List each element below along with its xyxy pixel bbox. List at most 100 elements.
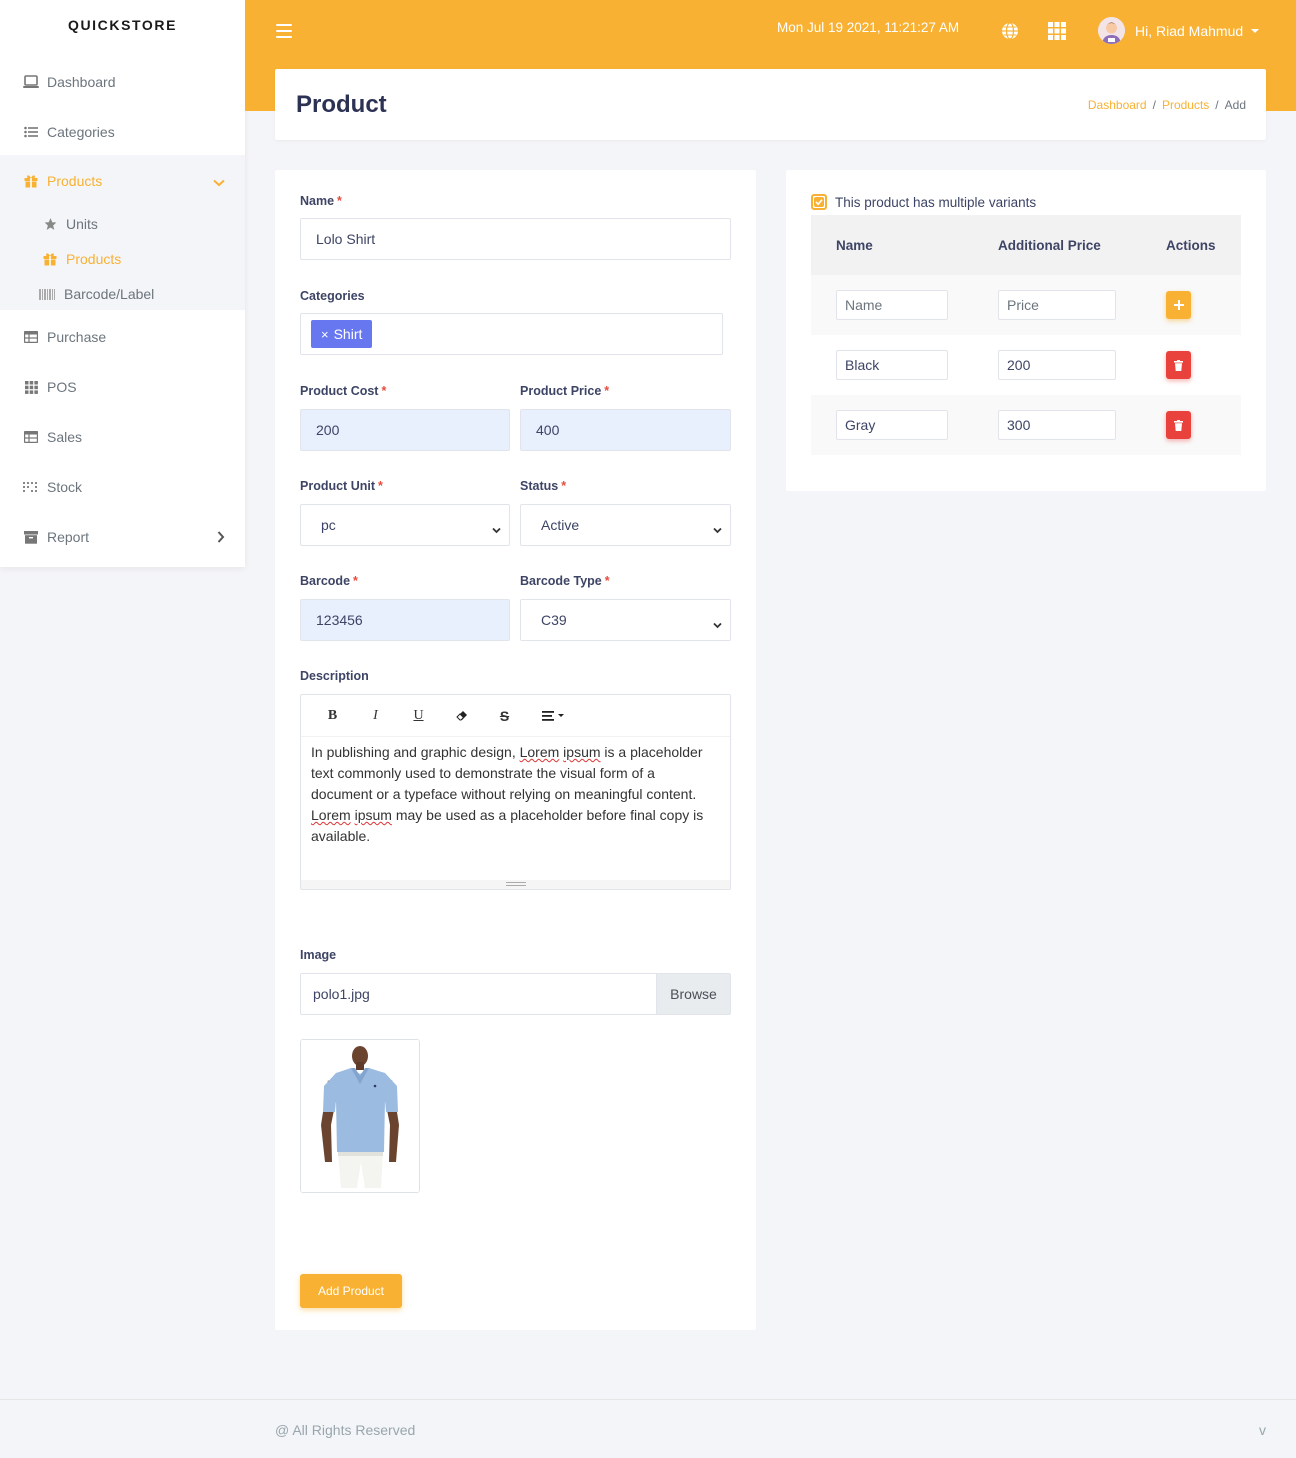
sidebar-subitem-units[interactable]: Units — [42, 209, 98, 239]
sidebar-subitem-products[interactable]: Products — [42, 244, 121, 274]
editor-content[interactable]: In publishing and graphic design, Lorem … — [301, 737, 730, 852]
variants-table: Name Additional Price Actions Name Price… — [811, 215, 1241, 455]
sidebar-item-label: Stock — [47, 479, 83, 495]
sidebar-item-sales[interactable]: Sales — [0, 412, 245, 462]
add-variant-button[interactable] — [1166, 291, 1191, 319]
chevron-down-icon — [713, 521, 722, 534]
barcode-icon — [38, 288, 56, 300]
sidebar-subitem-label: Products — [66, 251, 122, 267]
sidebar-item-categories[interactable]: Categories — [0, 107, 245, 157]
variants-checkbox[interactable] — [811, 194, 827, 210]
sidebar-item-dashboard[interactable]: Dashboard — [0, 57, 245, 107]
trash-icon — [1174, 419, 1183, 431]
barcode-field[interactable]: 123456 — [300, 599, 510, 641]
check-icon — [814, 197, 824, 207]
chevron-down-icon — [713, 616, 722, 629]
grid-icon — [23, 379, 39, 395]
name-label: Name * — [300, 194, 342, 208]
image-file-input[interactable]: polo1.jpg Browse — [300, 973, 731, 1015]
sidebar-item-label: Dashboard — [47, 74, 116, 90]
status-label: Status * — [520, 479, 567, 493]
remove-tag-icon[interactable]: × — [321, 327, 329, 342]
cost-field[interactable]: 200 — [300, 409, 510, 451]
chevron-down-icon — [492, 521, 501, 534]
sidebar-subitem-label: Units — [66, 216, 98, 232]
plus-icon — [1173, 300, 1184, 310]
globe-icon[interactable] — [1001, 22, 1019, 40]
add-product-button[interactable]: Add Product — [300, 1274, 402, 1308]
sidebar-subitem-barcode[interactable]: Barcode/Label — [38, 279, 154, 309]
column-header-actions: Actions — [1166, 237, 1216, 253]
column-header-price: Additional Price — [998, 237, 1101, 253]
variants-table-header: Name Additional Price Actions — [811, 215, 1241, 275]
caret-down-icon — [1251, 28, 1260, 33]
sidebar-item-purchase[interactable]: Purchase — [0, 312, 245, 362]
variant-price-field[interactable]: 300 — [998, 410, 1116, 440]
sidebar-item-label: Categories — [47, 124, 115, 140]
user-menu[interactable]: Hi, Riad Mahmud — [1098, 17, 1260, 44]
price-field[interactable]: 400 — [520, 409, 731, 451]
gift-icon — [23, 173, 39, 189]
unit-label: Product Unit * — [300, 479, 383, 493]
underline-button[interactable]: U — [397, 701, 440, 731]
delete-variant-button[interactable] — [1166, 411, 1191, 439]
chevron-right-icon — [217, 530, 225, 546]
variant-name-input[interactable]: Name — [836, 290, 948, 320]
name-field[interactable]: Lolo Shirt — [300, 218, 731, 260]
variant-price-field[interactable]: 200 — [998, 350, 1116, 380]
sidebar-products-group: Products Units Products Barcode/Label — [0, 155, 245, 310]
multiple-variants-toggle[interactable]: This product has multiple variants — [811, 194, 1036, 210]
page-title: Product — [296, 91, 387, 118]
breadcrumb-current: Add — [1224, 98, 1246, 112]
cost-label: Product Cost * — [300, 384, 387, 398]
eraser-icon[interactable] — [440, 701, 483, 731]
editor-resize-handle[interactable] — [301, 880, 730, 889]
breadcrumb-dashboard[interactable]: Dashboard — [1088, 98, 1147, 112]
sidebar-item-stock[interactable]: Stock — [0, 462, 245, 512]
archive-icon — [23, 529, 39, 545]
hamburger-menu-icon[interactable] — [276, 24, 292, 38]
sidebar-item-report[interactable]: Report — [0, 512, 245, 562]
apps-grid-icon[interactable] — [1048, 22, 1066, 40]
strikethrough-button[interactable]: S — [483, 701, 526, 731]
categories-multiselect[interactable]: × Shirt — [300, 313, 723, 355]
variant-name-field[interactable]: Black — [836, 350, 948, 380]
table-icon — [23, 329, 39, 345]
unit-select[interactable]: pc — [300, 504, 510, 546]
variant-new-row: Name Price — [811, 275, 1241, 335]
barcode-label: Barcode * — [300, 574, 358, 588]
footer-version: v — [1259, 1422, 1266, 1438]
barcode-type-label: Barcode Type * — [520, 574, 610, 588]
dots-grid-icon — [23, 479, 39, 495]
categories-label: Categories — [300, 289, 365, 303]
price-label: Product Price * — [520, 384, 610, 398]
browse-button[interactable]: Browse — [656, 974, 730, 1014]
sidebar-item-label: Products — [47, 173, 103, 189]
bold-button[interactable]: B — [311, 701, 354, 731]
brand-logo: QUICKSTORE — [67, 17, 178, 33]
sidebar-subitem-label: Barcode/Label — [64, 286, 155, 302]
variant-row: Gray 300 — [811, 395, 1241, 455]
barcode-type-select[interactable]: C39 — [520, 599, 731, 641]
breadcrumb-products[interactable]: Products — [1162, 98, 1209, 112]
sidebar-item-label: Purchase — [47, 329, 107, 345]
sidebar-item-pos[interactable]: POS — [0, 362, 245, 412]
editor-toolbar: B I U S — [301, 695, 730, 737]
product-image-thumbnail — [300, 1039, 420, 1193]
star-icon — [42, 217, 58, 231]
variant-name-field[interactable]: Gray — [836, 410, 948, 440]
file-name: polo1.jpg — [313, 986, 370, 1002]
breadcrumb: Dashboard / Products / Add — [1087, 98, 1246, 112]
category-tag[interactable]: × Shirt — [311, 320, 373, 348]
trash-icon — [1174, 359, 1183, 371]
delete-variant-button[interactable] — [1166, 351, 1191, 379]
align-dropdown-icon[interactable] — [526, 701, 581, 731]
image-label: Image — [300, 948, 337, 962]
variant-price-input[interactable]: Price — [998, 290, 1116, 320]
list-icon — [23, 124, 39, 140]
gift-icon — [42, 252, 58, 266]
column-header-name: Name — [836, 237, 873, 253]
status-select[interactable]: Active — [520, 504, 731, 546]
italic-button[interactable]: I — [354, 701, 397, 731]
sidebar-item-products[interactable]: Products — [0, 156, 245, 206]
